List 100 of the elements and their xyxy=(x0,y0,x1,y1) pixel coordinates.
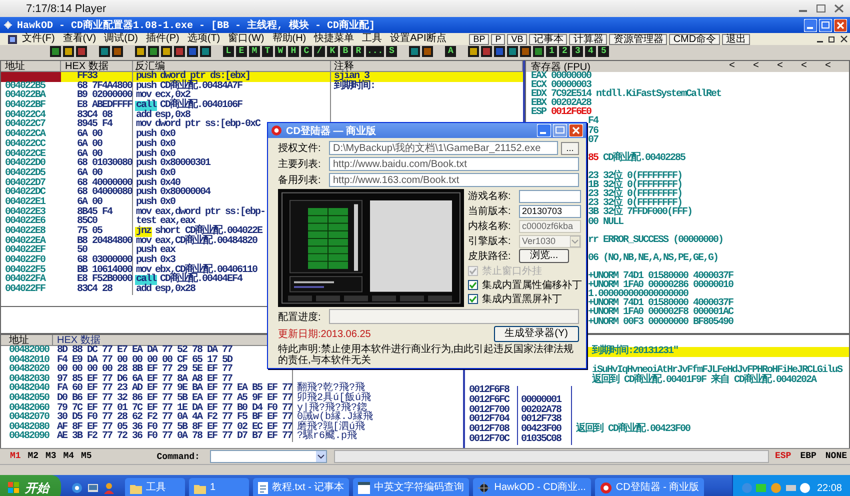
tool-button[interactable]: VB xyxy=(507,34,528,44)
menu-item[interactable]: 快捷菜单 xyxy=(311,34,358,44)
tool-button[interactable]: CMD命令 xyxy=(669,34,720,44)
checkbox-label: 集成内置属性偏移补丁 xyxy=(482,278,582,292)
memory-tab[interactable]: M3 xyxy=(44,452,58,461)
menu-item[interactable]: 插件(P) xyxy=(143,34,182,44)
mnemonic: jnz xyxy=(135,227,152,237)
toolbar-button[interactable]: 1 xyxy=(546,46,558,57)
arrow-button[interactable]: < xyxy=(823,62,833,72)
taskbar-item[interactable]: CD登陆器 - 商业版 xyxy=(594,478,704,496)
register-note: (NO,NB,NE,A,NS,PE,GE,G) xyxy=(603,254,718,263)
hex-cell: 68 01030080 xyxy=(61,159,133,169)
menu-item[interactable]: 文件(F) xyxy=(19,34,58,44)
address-cell-text: 00482000 xyxy=(8,346,50,356)
toolbar-button[interactable]: 3 xyxy=(572,46,584,57)
arrow-button[interactable]: < xyxy=(727,62,737,72)
operand: 0x0 xyxy=(160,150,176,160)
register-toggle[interactable]: NONE xyxy=(822,452,850,461)
toolbar-button[interactable]: E xyxy=(236,46,247,57)
mnemonic: push xyxy=(135,72,158,82)
register-toggle[interactable]: ESP xyxy=(772,452,794,461)
hex-cell: 68 03000000 xyxy=(61,256,133,266)
address-cell-text: 004022B5 xyxy=(4,82,46,92)
register-note: NULL xyxy=(603,218,624,227)
toolbar-button[interactable]: 5 xyxy=(598,46,610,57)
mnemonic: push xyxy=(135,82,156,92)
register-value: 1.000000000000000000 xyxy=(588,290,688,300)
toolbar-button[interactable]: 4 xyxy=(585,46,596,57)
toolbar-button[interactable]: ... xyxy=(366,46,384,57)
column-header[interactable]: 地址 xyxy=(1,335,53,346)
browse-button[interactable]: 浏览... xyxy=(519,249,569,263)
toolbar-button[interactable]: B xyxy=(340,46,351,57)
memory-tab[interactable]: M1 xyxy=(8,452,23,461)
generate-button[interactable]: 生成登录器(Y) xyxy=(494,326,579,342)
taskbar-item[interactable]: 中英文字符编码查询 xyxy=(353,478,470,496)
text-field[interactable]: http://www.baidu.com/Book.txt xyxy=(329,157,579,171)
stack-value: 0012F738 xyxy=(518,415,572,426)
hex-cell: B8 20484800 xyxy=(61,236,133,246)
memory-tab[interactable]: M4 xyxy=(61,452,76,461)
hex-cell: 83C4 28 xyxy=(61,285,133,295)
arrow-button[interactable]: < xyxy=(751,62,761,72)
toolbar-button[interactable]: 2 xyxy=(559,46,570,57)
menu-item[interactable]: 选项(T) xyxy=(184,34,224,44)
browse-button[interactable]: ... xyxy=(561,142,579,154)
toolbar-button[interactable]: W xyxy=(275,46,286,57)
tool-button[interactable]: P xyxy=(491,34,506,44)
memory-tab[interactable]: M2 xyxy=(26,452,40,461)
operand: esp,0x8 xyxy=(155,110,190,120)
toolbar-button[interactable]: S xyxy=(386,46,398,57)
text-field[interactable]: http://www.163.com/Book.txt xyxy=(329,173,579,187)
menu-item[interactable]: 设置API断点 xyxy=(387,34,450,44)
toolbar-button[interactable]: A xyxy=(445,46,456,57)
window-title: HawkOD - CD商业配置器1.08-1.exe - [BB - 主线程, 模块 - CD商业配] xyxy=(17,18,376,32)
field-label: 内核名称: xyxy=(468,220,512,233)
register-note: ERROR_SUCCESS (00000000) xyxy=(603,236,724,245)
tool-button[interactable]: 计算器 xyxy=(569,34,608,44)
menu-item[interactable]: 调试(D) xyxy=(101,34,142,44)
address-cell-text: 00482050 xyxy=(8,394,50,404)
taskbar-item[interactable]: 教程.txt - 记事本 xyxy=(253,478,350,496)
taskbar-item[interactable]: 1 xyxy=(189,478,249,496)
register-value: 23 xyxy=(588,172,598,182)
menu-item[interactable]: 查看(V) xyxy=(60,34,100,44)
toolbar-button[interactable]: R xyxy=(353,46,364,57)
toolbar-button[interactable]: / xyxy=(314,46,325,57)
hex-cell: AF 8F EF 77 05 36 F0 77 5B 8F EF 77 02 EC EF 77 xyxy=(53,422,293,432)
menu-item[interactable]: 帮助(H) xyxy=(269,34,310,44)
tool-button[interactable]: BP xyxy=(469,34,490,44)
text-field[interactable]: 20130703 xyxy=(519,204,581,218)
register-toggle[interactable]: EBP xyxy=(797,452,820,461)
register-value: 3B xyxy=(588,208,598,218)
text-field[interactable]: D:\MyBackup\我的文档\1\GameBar_21152.exe xyxy=(329,141,558,155)
stack-comment: 到期时间:20131231" xyxy=(590,346,678,357)
address-cell-text: 004022EA xyxy=(4,236,47,246)
hex-cell: 97 85 EF 77 D6 6A EF 77 8A A8 EF 77 xyxy=(53,374,293,384)
operand: eax xyxy=(160,246,176,256)
taskbar-item[interactable]: HawkOD - CD商业... xyxy=(473,478,591,496)
address-cell-text: 00482080 xyxy=(8,422,50,432)
toolbar-button[interactable]: L xyxy=(223,46,234,57)
start-button[interactable]: 开始 xyxy=(0,475,61,496)
toolbar-button[interactable]: H xyxy=(288,46,299,57)
toolbar-button[interactable]: C xyxy=(301,46,312,57)
address-cell-text: 00482070 xyxy=(8,413,50,423)
taskbar-item[interactable]: 工具 xyxy=(125,478,185,496)
toolbar-button[interactable]: T xyxy=(262,46,273,57)
field-label: 游戏名称: xyxy=(468,190,512,203)
menu-item[interactable]: 窗口(W) xyxy=(225,34,268,44)
toolbar-button[interactable]: M xyxy=(249,46,260,57)
menu-item[interactable]: 工具 xyxy=(359,34,386,44)
operand: eax,CD商业配.00484820 xyxy=(155,236,258,246)
tool-button[interactable]: 资源管理器 xyxy=(609,34,668,44)
toolbar-button[interactable]: K xyxy=(327,46,338,57)
hex-cell: 6A 00 xyxy=(61,130,133,140)
arrow-button[interactable]: < xyxy=(799,62,809,72)
memory-tab[interactable]: M5 xyxy=(79,452,94,461)
address-cell-text: 004022DC xyxy=(4,188,47,198)
tool-button[interactable]: 记事本 xyxy=(529,34,568,44)
tool-button[interactable]: 退出 xyxy=(722,34,750,44)
address-cell-text: 00482090 xyxy=(8,432,50,442)
arrow-button[interactable]: < xyxy=(775,62,785,72)
hex-cell: AE 3B F2 77 72 36 F0 77 0A 78 EF 77 D7 B7 EF 77 xyxy=(53,432,293,442)
